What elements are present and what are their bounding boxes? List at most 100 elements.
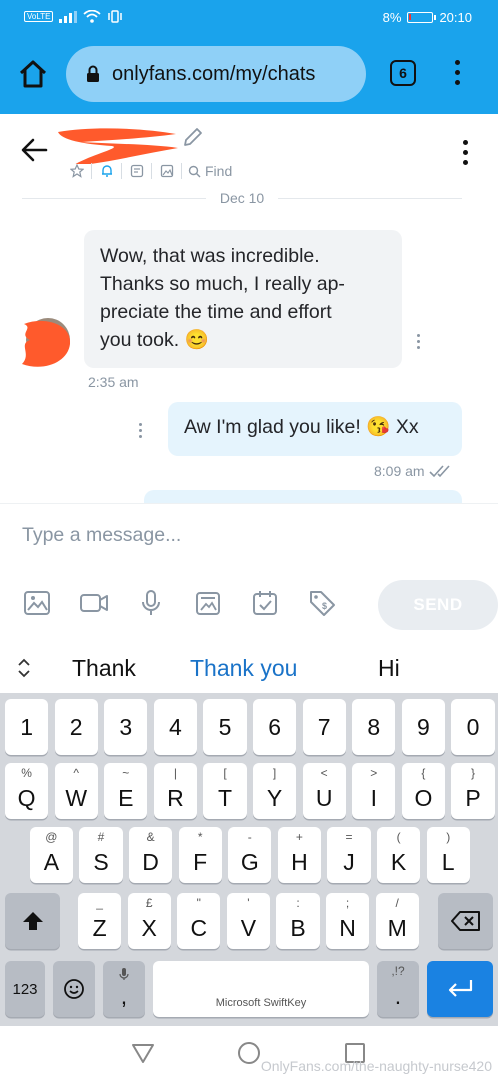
home-icon[interactable]	[16, 57, 50, 91]
key-v[interactable]: ' V	[226, 893, 270, 949]
key-h[interactable]: + H	[277, 827, 321, 883]
key-z[interactable]: _ Z	[78, 893, 122, 949]
key-p[interactable]: } P	[451, 763, 495, 819]
key-r[interactable]: | R	[153, 763, 197, 819]
key-3[interactable]: 3	[104, 699, 148, 755]
mic-icon[interactable]	[136, 588, 166, 618]
svg-text:$: $	[322, 601, 327, 611]
key-q[interactable]: % Q	[5, 763, 49, 819]
key-9[interactable]: 9	[401, 699, 445, 755]
message-timestamp: 2:35 am	[88, 374, 139, 390]
key-e[interactable]: ~ E	[104, 763, 148, 819]
key-label: O	[414, 784, 433, 811]
battery-percent: 8%	[382, 10, 402, 25]
key-m[interactable]: / M	[375, 893, 419, 949]
key-y[interactable]: ] Y	[253, 763, 297, 819]
key-n[interactable]: ; N	[326, 893, 370, 949]
nav-home-icon[interactable]	[237, 1041, 261, 1065]
key-g[interactable]: -G	[228, 827, 272, 883]
key-j[interactable]: = J	[327, 827, 371, 883]
message-options-icon[interactable]	[414, 334, 422, 354]
key-hint: +	[295, 830, 303, 844]
enter-key[interactable]	[427, 961, 493, 1017]
find-tool[interactable]: Find	[182, 163, 232, 179]
backspace-key[interactable]	[438, 893, 493, 949]
address-bar[interactable]: onlyfans.com/my/chats	[66, 46, 366, 102]
key-hint: <	[320, 766, 328, 780]
period-key[interactable]: ,!? .	[377, 961, 419, 1017]
key-label: M	[387, 914, 407, 941]
key-5[interactable]: 5	[203, 699, 247, 755]
key-label: 3	[119, 713, 133, 740]
emoji-key[interactable]	[53, 961, 95, 1017]
key-o[interactable]: {O	[401, 763, 445, 819]
key-f[interactable]: * F	[178, 827, 222, 883]
image-icon[interactable]	[22, 588, 52, 618]
key-1[interactable]: 1	[5, 699, 49, 755]
key-7[interactable]: 7	[302, 699, 346, 755]
key-hint: ]	[272, 766, 277, 780]
key-s[interactable]: # S	[79, 827, 123, 883]
suggestion-3[interactable]: Hi	[378, 655, 400, 682]
chat-options-icon[interactable]	[460, 140, 470, 170]
key-hint: '	[247, 896, 250, 910]
redacted-username	[58, 128, 178, 164]
avatar[interactable]	[14, 314, 76, 372]
key-0[interactable]: 0	[451, 699, 495, 755]
key-4[interactable]: 4	[153, 699, 197, 755]
shift-key[interactable]	[5, 893, 60, 949]
date-divider: Dec 10	[22, 188, 463, 208]
key-6[interactable]: 6	[253, 699, 297, 755]
key-c[interactable]: " C	[177, 893, 221, 949]
key-2[interactable]: 2	[54, 699, 98, 755]
key-x[interactable]: £ X	[127, 893, 171, 949]
notifications-tool[interactable]	[92, 163, 122, 179]
key-label: 2	[69, 713, 83, 740]
price-tag-icon[interactable]: $	[307, 588, 337, 618]
schedule-icon[interactable]	[250, 588, 280, 618]
outgoing-message-bubble[interactable]: Aw I'm glad you like! 😘 Xx	[168, 402, 462, 456]
message-line: Wow, that was incredible.	[100, 245, 320, 267]
back-arrow-icon[interactable]	[20, 136, 48, 164]
key-hint: |	[173, 766, 177, 780]
nav-back-icon[interactable]	[131, 1042, 155, 1064]
key-t[interactable]: [T	[203, 763, 247, 819]
message-line: Thanks so much, I really ap-	[100, 273, 345, 295]
message-options-icon[interactable]	[136, 423, 144, 443]
vault-icon[interactable]	[193, 588, 223, 618]
key-k[interactable]: (K	[377, 827, 421, 883]
browser-menu-icon[interactable]	[452, 60, 462, 90]
message-input[interactable]: Type a message...	[22, 524, 181, 547]
edit-pencil-icon[interactable]	[182, 126, 204, 148]
space-label: Microsoft SwiftKey	[215, 997, 307, 1009]
message-line: preciate the time and effort	[100, 301, 332, 323]
key-a[interactable]: @ A	[29, 827, 73, 883]
notes-tool[interactable]	[122, 163, 152, 179]
video-icon[interactable]	[79, 588, 109, 618]
key-l[interactable]: ) L	[426, 827, 470, 883]
gallery-tool[interactable]	[152, 163, 182, 179]
find-label: Find	[205, 163, 233, 179]
suggestion-1[interactable]: Thank	[72, 655, 136, 682]
suggestion-2[interactable]: Thank you	[190, 655, 297, 682]
key-hint: }	[470, 766, 475, 780]
status-left: VoLTE	[24, 10, 123, 23]
key-hint: :	[296, 896, 300, 910]
key-u[interactable]: < U	[302, 763, 346, 819]
divider-line	[278, 197, 463, 199]
favorite-tool[interactable]	[62, 163, 92, 179]
key-w[interactable]: ^ W	[54, 763, 98, 819]
expand-toolbar-icon[interactable]	[16, 657, 32, 679]
key-8[interactable]: 8	[352, 699, 396, 755]
key-d[interactable]: & D	[129, 827, 173, 883]
chat-tools-row: Find	[62, 160, 232, 182]
key-label: Q	[17, 784, 36, 811]
send-button[interactable]: SEND	[378, 580, 498, 630]
key-b[interactable]: :B	[276, 893, 320, 949]
key-i[interactable]: > I	[352, 763, 396, 819]
tab-switcher-button[interactable]: 6	[390, 60, 416, 86]
symbols-mode-key[interactable]: 123	[5, 961, 45, 1017]
space-key[interactable]: Microsoft SwiftKey	[153, 961, 369, 1017]
comma-key[interactable]: ,	[103, 961, 145, 1017]
incoming-message-bubble[interactable]: Wow, that was incredible. Thanks so much…	[84, 230, 402, 368]
